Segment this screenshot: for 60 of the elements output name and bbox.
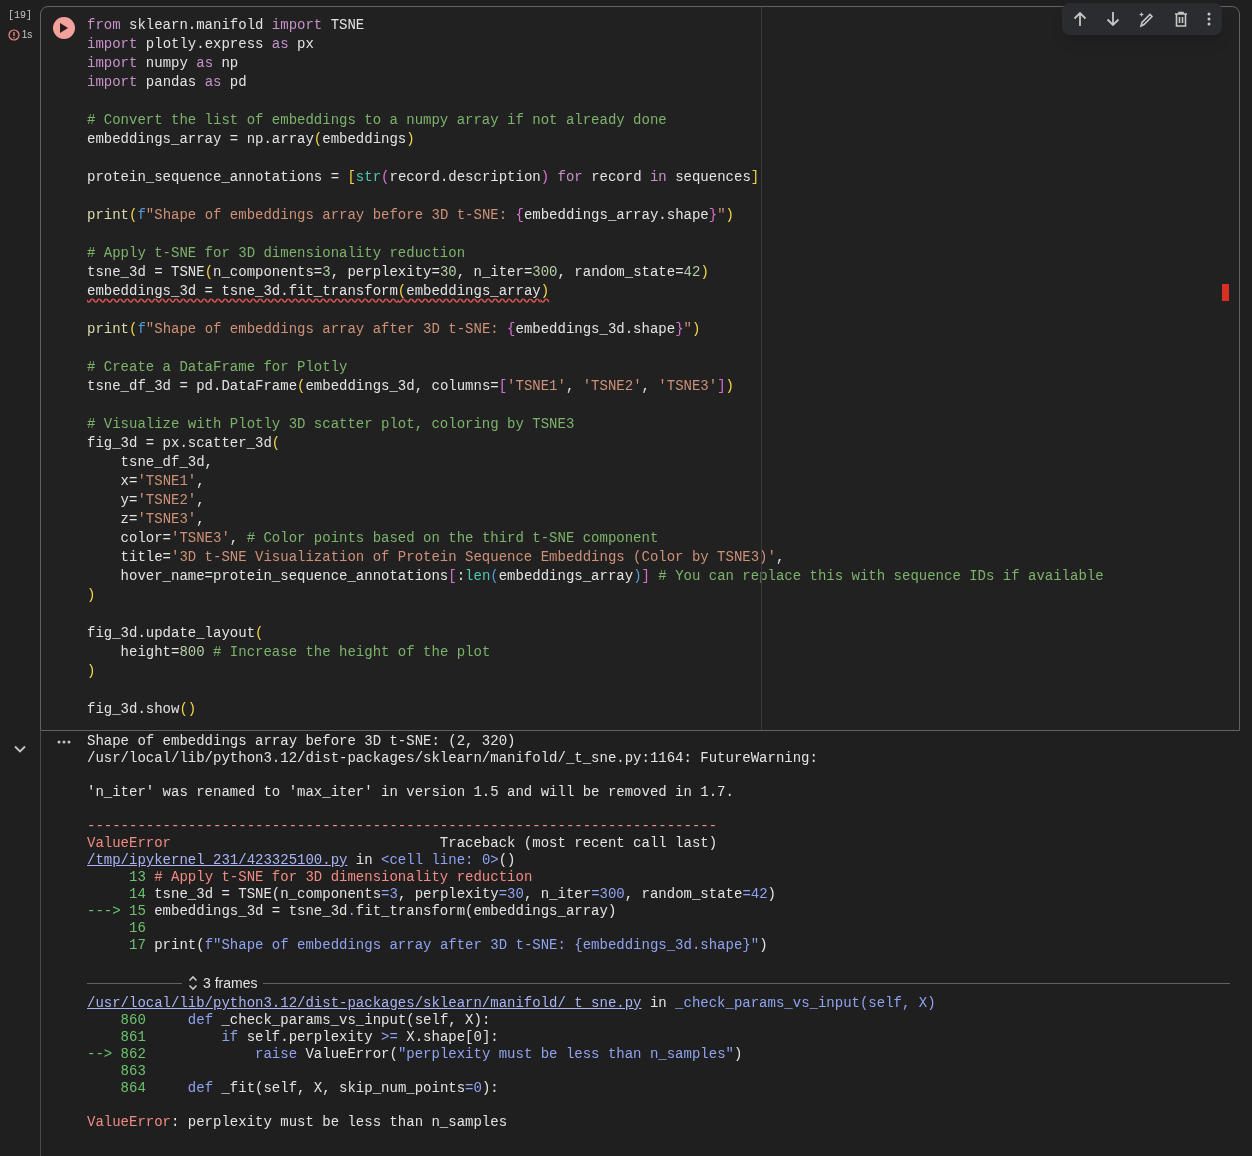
execution-count: [19] (8, 9, 32, 23)
code-line: fig_3d.show() (87, 700, 197, 719)
code-line: tsne_df_3d = pd.DataFrame(embeddings_3d, columns=['TSNE1', 'TSNE2', 'TSNE3']) (87, 377, 734, 396)
code-line: from sklearn.manifold import TSNE (87, 16, 365, 35)
output-line: /usr/local/lib/python3.12/dist-packages/sklearn/manifold/_t_sne.py in _check_params_vs_input(self, X) (87, 995, 936, 1012)
output-line: 861 if self.perplexity >= X.shape[0]: (119, 1029, 499, 1046)
run-button[interactable] (53, 17, 75, 39)
code-line: tsne_df_3d, (119, 453, 214, 472)
output-line: 14 tsne_3d = TSNE(n_components=3, perplexity=30, n_iter=300, random_state=42) (128, 886, 776, 903)
code-line: import plotly.express as px (87, 35, 314, 54)
output-line: 860 def _check_params_vs_input(self, X): (119, 1012, 491, 1029)
output-line: --------------------------------------------------------------------------- (87, 818, 718, 835)
code-line: height=800 # Increase the height of the plot (119, 643, 491, 662)
code-line: embeddings_array = np.array(embeddings) (87, 130, 415, 149)
more-icon (57, 740, 71, 744)
code-line: tsne_3d = TSNE(n_components=3, perplexity=30, n_iter=300, random_state=42) (87, 263, 709, 282)
output-line: 17 print(f"Shape of embeddings array after 3D t-SNE: {embeddings_3d.shape}") (128, 937, 768, 954)
code-line: title='3D t-SNE Visualization of Protein Sequence Embeddings (Color by TSNE3)', (119, 548, 785, 567)
code-line: y='TSNE2', (119, 491, 205, 510)
trash-icon[interactable] (1174, 11, 1189, 27)
pencil-sparkle-icon[interactable] (1138, 10, 1156, 28)
code-line: x='TSNE1', (119, 472, 205, 491)
error-marker (1222, 284, 1229, 301)
code-line: # Apply t-SNE for 3D dimensionality reduction (87, 244, 466, 263)
output-line: 863 (119, 1063, 146, 1080)
code-line: embeddings_3d = tsne_3d.fit_transform(embeddings_array) (87, 282, 550, 301)
code-line: import numpy as np (87, 54, 239, 73)
output-line: Shape of embeddings array before 3D t-SNE: (2, 320) (87, 733, 516, 750)
output-line: 16 (128, 920, 146, 937)
play-icon (60, 23, 68, 33)
output-line: 13 # Apply t-SNE for 3D dimensionality reduction (128, 869, 533, 886)
chevron-down-icon (14, 745, 26, 753)
code-line: ) (87, 662, 96, 681)
code-line: fig_3d = px.scatter_3d( (87, 434, 281, 453)
arrow-up-icon[interactable] (1073, 11, 1088, 27)
frames-toggle[interactable]: 3 frames (182, 974, 264, 992)
output-line: /usr/local/lib/python3.12/dist-packages/sklearn/manifold/_t_sne.py:1164: FutureWarning: (87, 750, 818, 767)
output-line: --> 862 raise ValueError("perplexity must be less than n_samples") (87, 1046, 743, 1063)
code-line: protein_sequence_annotations = [str(record.description) for record in sequences] (87, 168, 760, 187)
execution-time: 1s (21, 28, 33, 42)
code-line: import pandas as pd (87, 73, 247, 92)
output-line: ---> 15 embeddings_3d = tsne_3d.fit_transform(embeddings_array) (87, 903, 617, 920)
code-line: z='TSNE3', (119, 510, 205, 529)
expand-vertical-icon (188, 975, 198, 991)
code-line: print(f"Shape of embeddings array after 3D t-SNE: {embeddings_3d.shape}") (87, 320, 701, 339)
code-cell[interactable] (40, 6, 1240, 731)
code-line: # Visualize with Plotly 3D scatter plot, coloring by TSNE3 (87, 415, 575, 434)
code-line: print(f"Shape of embeddings array before 3D t-SNE: {embeddings_array.shape}") (87, 206, 734, 225)
code-line: # Create a DataFrame for Plotly (87, 358, 348, 377)
output-line: 864 def _fit(self, X, skip_num_points=0): (119, 1080, 499, 1097)
output-line: /tmp/ipykernel_231/423325100.py in <cell line: 0>() (87, 852, 516, 869)
more-vertical-icon[interactable] (1206, 12, 1211, 26)
code-line: color='TSNE3', # Color points based on the third t-SNE component (119, 529, 659, 548)
code-line: fig_3d.update_layout( (87, 624, 264, 643)
code-line: ) (87, 586, 96, 605)
arrow-down-icon[interactable] (1105, 11, 1120, 27)
output-line: ValueError: perplexity must be less than n_samples (87, 1114, 508, 1131)
output-line: ValueError Traceback (most recent call last) (87, 835, 718, 852)
code-line: # Convert the list of embeddings to a numpy array if not already done (87, 111, 667, 130)
output-line: 'n_iter' was renamed to 'max_iter' in version 1.5 and will be removed in 1.7. (87, 784, 734, 801)
